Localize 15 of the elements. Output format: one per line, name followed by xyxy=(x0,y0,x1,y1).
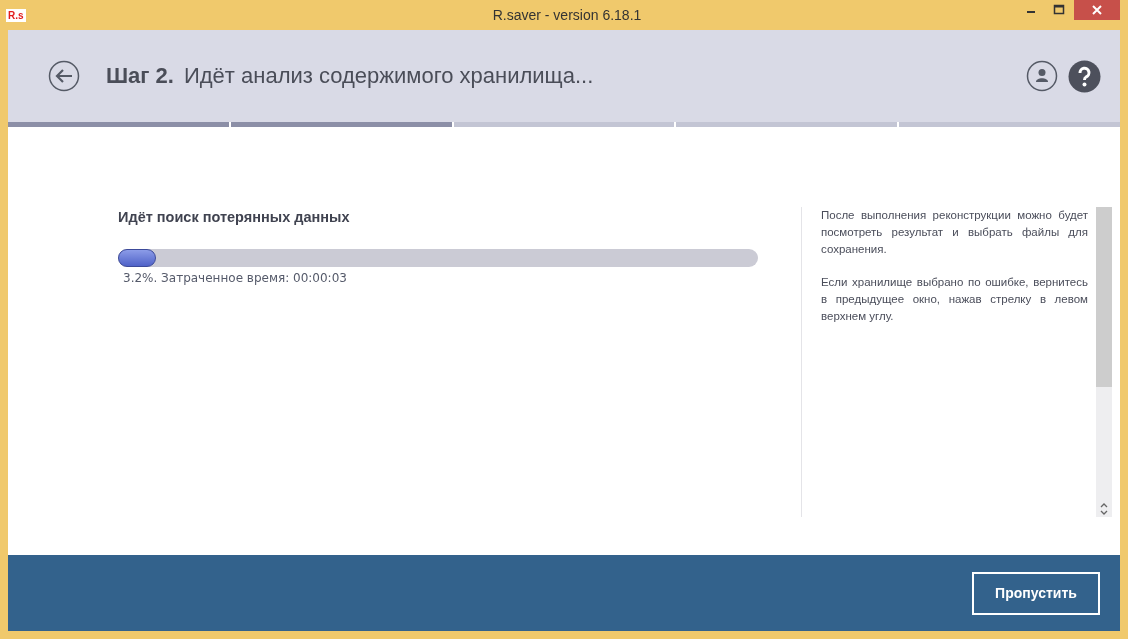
info-paragraph: После выполнения реконструкции можно будет посмотреть результат и выбрать файлы для сохранения. xyxy=(821,208,1088,257)
user-icon[interactable] xyxy=(1026,60,1058,92)
progress-heading: Идёт поиск потерянных данных xyxy=(118,209,351,225)
close-button[interactable] xyxy=(1074,0,1120,20)
skip-button[interactable]: Пропустить xyxy=(972,571,1100,615)
step-label: Шаг 2. xyxy=(106,63,174,89)
scroll-up-icon[interactable] xyxy=(1099,501,1109,509)
progress-status: 3.2%. Затраченное время: 00:00:03 xyxy=(122,271,348,285)
info-paragraph: Если хранилище выбрано по ошибке, вернитесь в предыдущее окно, нажав стрелку в левом верхнем углу. xyxy=(821,275,1088,324)
scroll-down-icon[interactable] xyxy=(1099,509,1109,517)
app-logo: R.s xyxy=(6,8,26,22)
scrollbar[interactable] xyxy=(1096,207,1112,517)
window-title: R.saver - version 6.18.1 xyxy=(492,7,642,23)
page-title: Идёт анализ содержимого хранилища... xyxy=(183,63,594,89)
help-icon[interactable] xyxy=(1068,59,1101,93)
